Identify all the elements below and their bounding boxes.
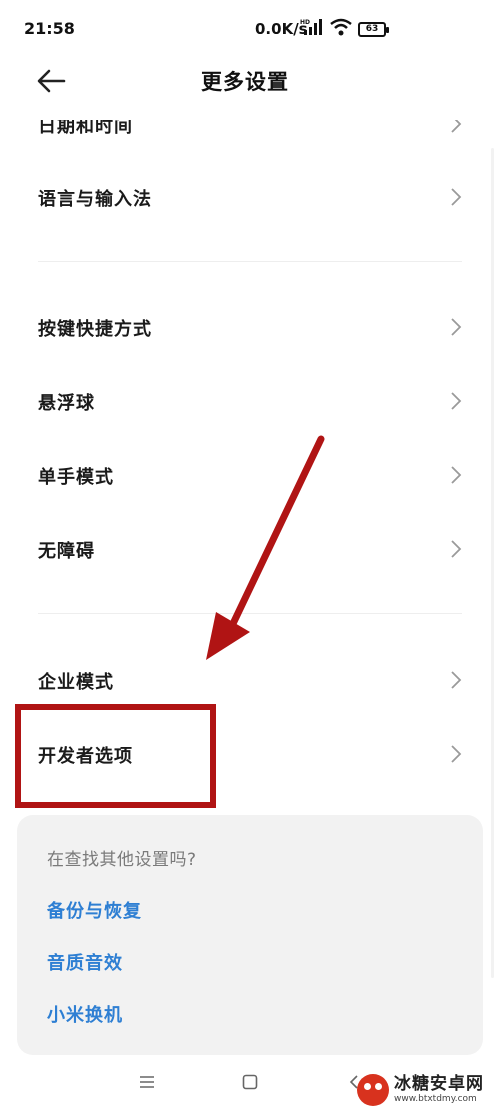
menu-icon (140, 1076, 154, 1088)
page-title: 更多设置 (201, 70, 289, 94)
divider (38, 613, 462, 614)
status-time: 21:58 (24, 19, 75, 38)
menu-button[interactable] (134, 1069, 160, 1095)
wifi-icon (330, 18, 352, 40)
menu-item-developer-options[interactable]: 开发者选项 (0, 724, 500, 784)
menu-item-language-input[interactable]: 语言与输入法 (0, 167, 500, 227)
home-button[interactable] (237, 1069, 263, 1095)
home-icon (242, 1074, 258, 1090)
svg-text:HD: HD (300, 19, 310, 26)
card-title: 在查找其他设置吗? (47, 850, 197, 870)
menu-item-label: 日期和时间 (38, 116, 133, 137)
search-suggestion-card: 在查找其他设置吗? 备份与恢复 音质音效 小米换机 (17, 815, 483, 1055)
status-icons: HD 63 (300, 18, 389, 40)
menu-item-label: 企业模式 (38, 672, 114, 693)
menu-item-label: 语言与输入法 (38, 189, 152, 210)
battery-level: 63 (365, 24, 379, 34)
menu-item-label: 悬浮球 (38, 393, 95, 414)
battery-icon: 63 (358, 21, 389, 37)
menu-item-enterprise-mode[interactable]: 企业模式 (0, 650, 500, 710)
divider (38, 261, 462, 262)
watermark-url: www.btxtdmy.com (394, 1094, 477, 1104)
menu-item-button-shortcuts[interactable]: 按键快捷方式 (0, 297, 500, 357)
watermark-logo-icon (357, 1073, 389, 1106)
link-sound-effects[interactable]: 音质音效 (47, 949, 123, 975)
chevron-right-icon (448, 186, 464, 208)
hd-signal-icon: HD (300, 18, 324, 40)
chevron-right-icon (448, 669, 464, 691)
menu-item-accessibility[interactable]: 无障碍 (0, 519, 500, 579)
chevron-right-icon (448, 390, 464, 412)
header: 更多设置 (0, 56, 500, 106)
watermark: 冰糖安卓网 www.btxtdmy.com (357, 1068, 500, 1111)
link-mi-mover[interactable]: 小米换机 (47, 1001, 123, 1027)
menu-item-label: 无障碍 (38, 541, 95, 562)
menu-item-floating-ball[interactable]: 悬浮球 (0, 371, 500, 431)
chevron-right-icon (448, 538, 464, 560)
menu-item-label: 单手模式 (38, 467, 114, 488)
menu-item-label: 开发者选项 (38, 746, 133, 767)
menu-item-one-hand-mode[interactable]: 单手模式 (0, 445, 500, 505)
chevron-right-icon (448, 743, 464, 765)
watermark-name: 冰糖安卓网 (394, 1074, 484, 1094)
status-bar: 21:58 0.0K/s HD 63 (0, 0, 500, 56)
menu-item-label: 按键快捷方式 (38, 319, 152, 340)
chevron-right-icon (448, 120, 464, 135)
link-backup-restore[interactable]: 备份与恢复 (47, 897, 142, 923)
chevron-right-icon (448, 316, 464, 338)
chevron-right-icon (448, 464, 464, 486)
